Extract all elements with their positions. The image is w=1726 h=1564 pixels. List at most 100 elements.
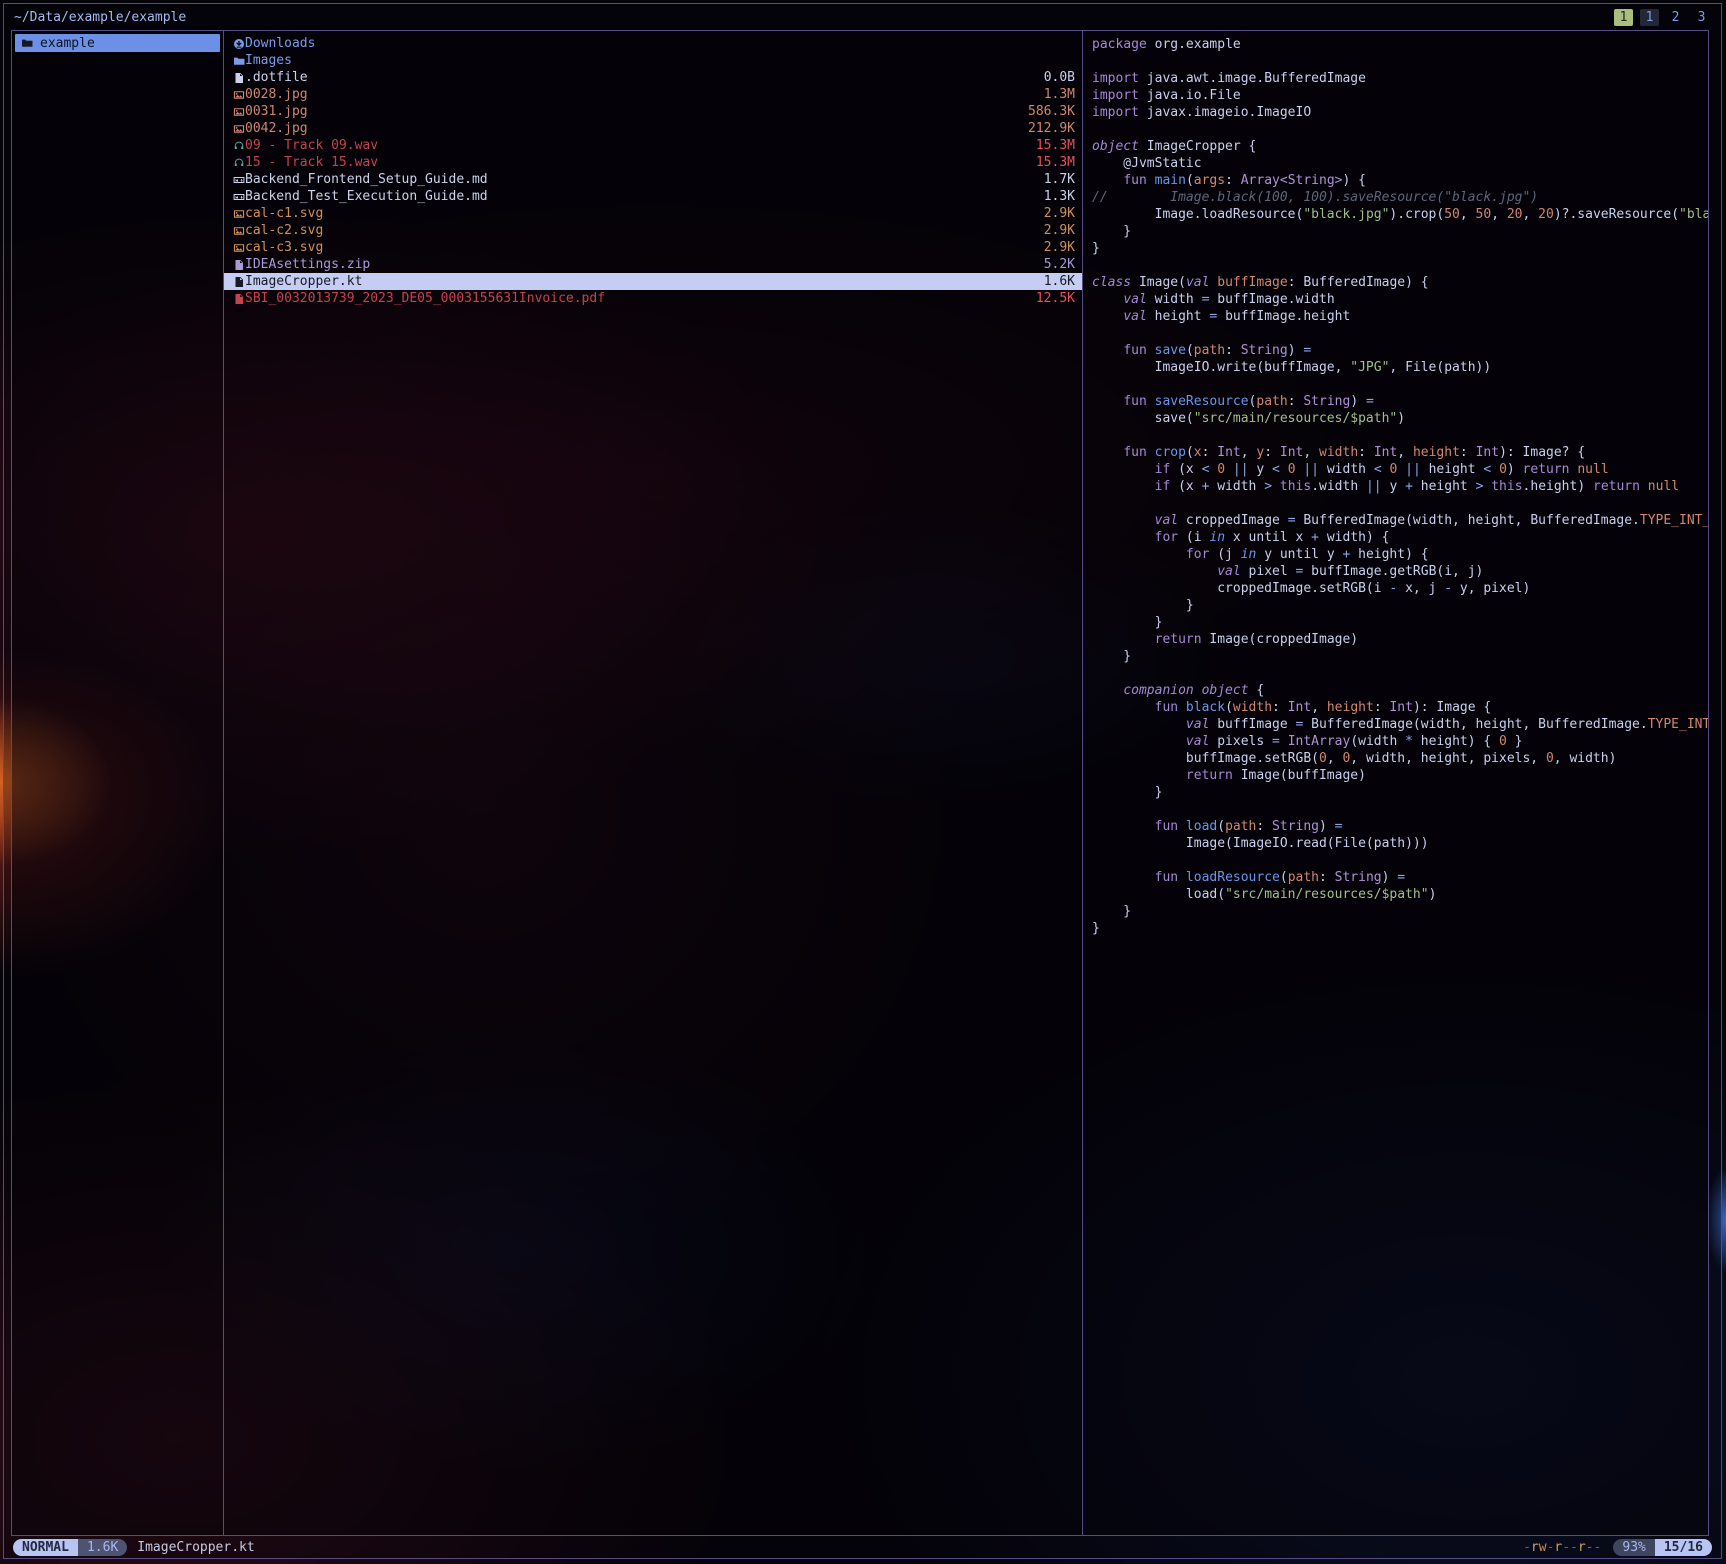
file-size: 1.6K	[1044, 274, 1075, 289]
file-row[interactable]: 0028.jpg 1.3M	[224, 86, 1082, 103]
code-line: if (x + width > this.width || y + height…	[1092, 479, 1708, 496]
scroll-pill: 93% 15/16	[1613, 1539, 1712, 1556]
code-line: package org.example	[1092, 37, 1708, 54]
code-line	[1092, 853, 1708, 870]
parent-dir-item[interactable]: example	[15, 34, 220, 52]
file-row[interactable]: IDEAsettings.zip 5.2K	[224, 256, 1082, 273]
code-line	[1092, 54, 1708, 71]
file-icon	[233, 72, 245, 84]
file-name: 0028.jpg	[245, 87, 1036, 102]
file-size: 212.9K	[1028, 121, 1075, 136]
code-line: class Image(val buffImage: BufferedImage…	[1092, 275, 1708, 292]
file-permissions: -rw-r--r--	[1523, 1540, 1601, 1555]
file-size: 15.3M	[1036, 138, 1075, 153]
file-size: 2.9K	[1044, 240, 1075, 255]
file-row[interactable]: SBI_0032013739_2023_DE05_0003155631Invoi…	[224, 290, 1082, 307]
code-line: }	[1092, 649, 1708, 666]
file-row[interactable]: cal-c1.svg2.9K	[224, 205, 1082, 222]
kotlin-file-icon	[233, 276, 245, 288]
code-line: }	[1092, 904, 1708, 921]
file-row[interactable]: 09 - Track 09.wav 15.3M	[224, 137, 1082, 154]
file-row[interactable]: cal-c2.svg2.9K	[224, 222, 1082, 239]
workspace-badge-3[interactable]: 3	[1692, 9, 1711, 26]
code-line	[1092, 326, 1708, 343]
audio-icon	[233, 157, 245, 169]
file-size: 15.3M	[1036, 155, 1075, 170]
parent-directory-panel: example	[12, 31, 224, 1535]
code-line	[1092, 377, 1708, 394]
file-row[interactable]: 0042.jpg212.9K	[224, 120, 1082, 137]
image-icon	[233, 106, 245, 118]
code-line: }	[1092, 921, 1708, 938]
file-size: 2.9K	[1044, 206, 1075, 221]
code-line: }	[1092, 615, 1708, 632]
code-line: for (j in y until y + height) {	[1092, 547, 1708, 564]
pdf-icon	[233, 293, 245, 305]
markdown-icon	[233, 174, 245, 186]
file-list-panel: DownloadsImages.dotfile0.0B0028.jpg1.3M0…	[224, 31, 1083, 1535]
markdown-icon	[233, 191, 245, 203]
code-line: val width = buffImage.width	[1092, 292, 1708, 309]
file-name: ImageCropper.kt	[245, 274, 1036, 289]
code-line: buffImage.setRGB(0, 0, width, height, pi…	[1092, 751, 1708, 768]
file-name: Backend_Frontend_Setup_Guide.md	[245, 172, 1036, 187]
file-name: .dotfile	[245, 70, 1036, 85]
code-line	[1092, 258, 1708, 275]
code-line	[1092, 666, 1708, 683]
workspace-badge-1[interactable]: 1	[1614, 9, 1633, 26]
code-preview-panel[interactable]: package org.example import java.awt.imag…	[1083, 31, 1708, 1535]
code-line: fun main(args: Array<String>) {	[1092, 173, 1708, 190]
file-row[interactable]: 15 - Track 15.wav15.3M	[224, 154, 1082, 171]
file-row[interactable]: Backend_Frontend_Setup_Guide.md 1.7K	[224, 171, 1082, 188]
cursor-position: 15/16	[1655, 1539, 1712, 1556]
file-size-badge: 1.6K	[78, 1539, 127, 1556]
yazi-window: ~/Data/example/example 1123 example Down…	[3, 3, 1722, 1559]
statusbar-filename: ImageCropper.kt	[137, 1540, 254, 1555]
code-line: for (i in x until x + width) {	[1092, 530, 1708, 547]
file-size: 1.3K	[1044, 189, 1075, 204]
file-row[interactable]: ImageCropper.kt 1.6K	[224, 273, 1082, 290]
code-line: }	[1092, 224, 1708, 241]
code-line: val height = buffImage.height	[1092, 309, 1708, 326]
code-line: Image.loadResource("black.jpg").crop(50,…	[1092, 207, 1708, 224]
code-line	[1092, 428, 1708, 445]
folder-icon	[21, 37, 33, 49]
mode-badge: NORMAL	[13, 1539, 78, 1556]
code-line: croppedImage.setRGB(i - x, j - y, pixel)	[1092, 581, 1708, 598]
file-size: 1.7K	[1044, 172, 1075, 187]
file-size: 5.2K	[1044, 257, 1075, 272]
code-line: Image(ImageIO.read(File(path)))	[1092, 836, 1708, 853]
code-line: fun crop(x: Int, y: Int, width: Int, hei…	[1092, 445, 1708, 462]
file-name: IDEAsettings.zip	[245, 257, 1036, 272]
file-row[interactable]: Images	[224, 52, 1082, 69]
code-line: val pixels = IntArray(width * height) { …	[1092, 734, 1708, 751]
breadcrumb-path: ~/Data/example/example	[14, 10, 186, 25]
file-name: 09 - Track 09.wav	[245, 138, 1028, 153]
image-icon	[233, 225, 245, 237]
workspace-badge-1[interactable]: 1	[1640, 9, 1659, 26]
code-line: @JvmStatic	[1092, 156, 1708, 173]
file-row[interactable]: Backend_Test_Execution_Guide.md1.3K	[224, 188, 1082, 205]
code-line: ImageIO.write(buffImage, "JPG", File(pat…	[1092, 360, 1708, 377]
code-line: fun save(path: String) =	[1092, 343, 1708, 360]
code-line: if (x < 0 || y < 0 || width < 0 || heigh…	[1092, 462, 1708, 479]
file-row[interactable]: Downloads	[224, 35, 1082, 52]
file-row[interactable]: 0031.jpg586.3K	[224, 103, 1082, 120]
code-line: val buffImage = BufferedImage(width, hei…	[1092, 717, 1708, 734]
code-line: import javax.imageio.ImageIO	[1092, 105, 1708, 122]
code-line: fun load(path: String) =	[1092, 819, 1708, 836]
download-icon	[233, 38, 245, 50]
code-line: fun saveResource(path: String) =	[1092, 394, 1708, 411]
workspace-badge-2[interactable]: 2	[1666, 9, 1685, 26]
code-line: val croppedImage = BufferedImage(width, …	[1092, 513, 1708, 530]
file-size: 1.3M	[1044, 87, 1075, 102]
folder-icon	[233, 55, 245, 67]
code-line: fun loadResource(path: String) =	[1092, 870, 1708, 887]
file-row[interactable]: cal-c3.svg2.9K	[224, 239, 1082, 256]
code-line: import java.io.File	[1092, 88, 1708, 105]
file-name: 0031.jpg	[245, 104, 1020, 119]
image-icon	[233, 123, 245, 135]
zip-icon	[233, 259, 245, 271]
code-line: object ImageCropper {	[1092, 139, 1708, 156]
file-row[interactable]: .dotfile0.0B	[224, 69, 1082, 86]
